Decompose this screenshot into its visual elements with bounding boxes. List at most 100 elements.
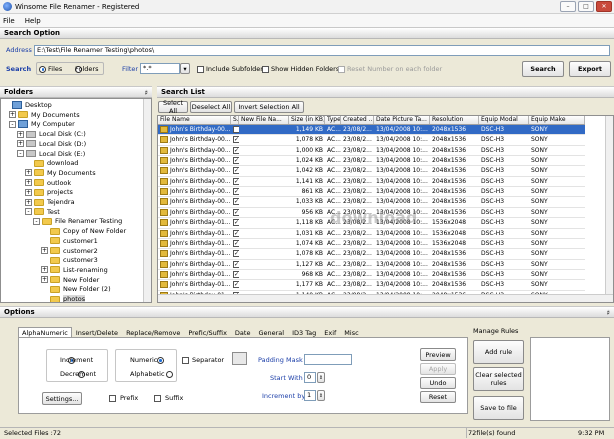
tree-item[interactable]: - Test <box>25 207 60 217</box>
column-header[interactable]: Equip Modal <box>479 116 529 124</box>
expand-toggle-icon[interactable]: + <box>25 198 32 206</box>
tree-item[interactable]: + My Documents <box>9 110 80 120</box>
tree-item[interactable]: + My Documents <box>25 168 96 178</box>
save-to-file-button[interactable]: Save to file <box>473 396 524 420</box>
expand-toggle-icon[interactable]: + <box>17 140 24 148</box>
table-row[interactable]: John's Birthday-00... ✓ 1,000 KB AC... 23/08… <box>158 146 585 157</box>
settings-button[interactable]: Settings... <box>42 392 82 405</box>
tree-item[interactable]: - Local Disk (E:) <box>17 149 85 159</box>
table-row[interactable]: John's Birthday-01... ✓ 1,127 KB AC... 23/08… <box>158 260 585 270</box>
column-header[interactable]: S... <box>231 116 239 124</box>
table-row[interactable]: John's Birthday-01... ✓ 1,177 KB AC... 23/08… <box>158 280 585 291</box>
column-header[interactable]: Date Picture Ta... <box>374 116 430 124</box>
expand-toggle-icon[interactable]: + <box>9 111 16 119</box>
numeric-radio[interactable] <box>156 356 164 364</box>
menu-file[interactable]: File <box>3 17 15 25</box>
show-hidden-checkbox[interactable] <box>262 66 269 73</box>
expand-toggle-icon[interactable]: + <box>25 169 32 177</box>
table-row[interactable]: John's Birthday-00... ✓ 1,141 KB AC... 23/08… <box>158 177 585 188</box>
maximize-button[interactable]: □ <box>578 1 594 12</box>
table-row[interactable]: John's Birthday-01... ✓ 1,078 KB AC... 23/08… <box>158 249 585 260</box>
table-row[interactable]: John's Birthday-00... ✓ 1,042 KB AC... 23/08… <box>158 166 585 177</box>
tree-item[interactable]: + Tejendra <box>25 197 75 207</box>
expand-toggle-icon[interactable]: + <box>41 266 48 274</box>
tree-item[interactable]: + projects <box>25 187 73 197</box>
increment-by-spinner[interactable]: ⇕ <box>317 390 325 401</box>
increment-by-input[interactable]: 1 <box>304 390 316 401</box>
column-header[interactable]: Created ... <box>341 116 374 124</box>
reset-number-checkbox[interactable] <box>338 66 345 73</box>
folder-tree[interactable]: Desktop + My Documents - My Computer + Local D… <box>0 98 152 303</box>
table-row[interactable]: John's Birthday-01... ✓ 968 KB AC... 23/08/2… <box>158 270 585 281</box>
minimize-button[interactable]: – <box>560 1 576 12</box>
expand-toggle-icon[interactable]: - <box>25 208 32 216</box>
tree-item[interactable]: + List-renaming <box>41 265 108 275</box>
start-with-spinner[interactable]: ⇕ <box>317 372 325 383</box>
column-header[interactable]: Size (in KB) <box>289 116 325 124</box>
rules-list[interactable] <box>530 337 610 421</box>
tree-item[interactable]: - My Computer <box>9 119 75 129</box>
table-row[interactable]: John's Birthday-00... ✓ 1,024 KB AC... 23/08… <box>158 156 585 167</box>
grid-horizontal-scrollbar[interactable] <box>158 294 613 302</box>
tree-item[interactable]: + outlook <box>25 178 71 188</box>
start-with-input[interactable]: 0 <box>304 372 316 383</box>
tree-item[interactable]: + Local Disk (C:) <box>17 129 86 139</box>
column-header[interactable]: Type <box>325 116 341 124</box>
files-radio[interactable] <box>39 65 46 73</box>
table-row[interactable]: John's Birthday-01... ✓ 1,031 KB AC... 23/08… <box>158 229 585 239</box>
undo-button[interactable]: Undo <box>420 377 456 389</box>
tree-item[interactable]: + Local Disk (D:) <box>17 139 86 149</box>
invert-selection-button[interactable]: Invert Selection All <box>234 101 304 113</box>
preview-button[interactable]: Preview <box>420 348 456 361</box>
reset-button[interactable]: Reset <box>420 391 456 403</box>
table-row[interactable]: John's Birthday-00... ✓ 861 KB AC... 23/08/2… <box>158 187 585 198</box>
tree-item[interactable]: Copy of New Folder <box>41 226 126 236</box>
tree-item[interactable]: + customer2 <box>41 246 98 256</box>
select-all-button[interactable]: Select All <box>158 99 188 115</box>
include-subfolder-checkbox[interactable] <box>197 66 204 73</box>
separator-input[interactable] <box>232 352 247 365</box>
tree-item[interactable]: New Folder (2) <box>41 284 111 294</box>
deselect-all-button[interactable]: Deselect All <box>190 101 232 113</box>
expand-toggle-icon[interactable]: + <box>25 179 32 187</box>
clear-selected-rules-button[interactable]: Clear selected rules <box>473 367 524 391</box>
pin-icon[interactable]: ♯ <box>607 308 610 319</box>
tree-item[interactable]: customer3 <box>41 255 98 265</box>
expand-toggle-icon[interactable]: + <box>25 188 32 196</box>
expand-toggle-icon[interactable]: - <box>9 120 16 128</box>
column-header[interactable]: Equip Make <box>529 116 585 124</box>
tree-item[interactable]: - File Renamer Testing <box>33 216 122 226</box>
alphabetic-radio[interactable] <box>166 370 174 378</box>
grid-vertical-scrollbar[interactable] <box>605 116 613 302</box>
table-row[interactable]: John's Birthday-00... ✓ 1,033 KB AC... 23/08… <box>158 197 585 208</box>
filter-input[interactable]: *.* <box>140 63 180 74</box>
expand-toggle-icon[interactable]: - <box>17 150 24 157</box>
column-header[interactable]: New File Na... <box>239 116 289 124</box>
tree-item[interactable]: Desktop <box>3 100 52 110</box>
suffix-checkbox[interactable] <box>154 395 161 402</box>
filter-dropdown-button[interactable]: ▾ <box>180 63 190 74</box>
add-rule-button[interactable]: Add rule <box>473 340 524 364</box>
search-button[interactable]: Search <box>522 61 564 77</box>
column-header[interactable]: File Name <box>158 116 231 124</box>
tree-item[interactable]: + New Folder <box>41 275 99 285</box>
row-checkbox[interactable]: ✓ <box>233 301 239 302</box>
address-input[interactable]: E:\Test\File Renamer Testing\photos\ <box>34 45 610 56</box>
prefix-checkbox[interactable] <box>109 395 116 402</box>
expand-toggle-icon[interactable]: + <box>17 130 24 138</box>
apply-button[interactable]: Apply <box>420 363 456 375</box>
table-row[interactable]: John's Birthday-00... ✓ 1,078 KB AC... 23/08… <box>158 135 585 146</box>
tree-scrollbar[interactable] <box>143 99 151 302</box>
separator-checkbox[interactable] <box>182 357 189 364</box>
table-row[interactable]: John's Birthday-01... ✓ 1,074 KB AC... 23/08… <box>158 239 585 250</box>
expand-toggle-icon[interactable]: - <box>33 217 40 225</box>
export-button[interactable]: Export <box>569 61 611 77</box>
menu-help[interactable]: Help <box>25 17 41 25</box>
expand-toggle-icon[interactable]: + <box>41 276 48 284</box>
tree-item[interactable]: customer1 <box>41 236 98 246</box>
table-row[interactable]: John's Birthday-00... ✓ 1,149 KB AC... 23/08… <box>158 125 585 136</box>
close-button[interactable]: ✕ <box>596 1 612 12</box>
tree-item[interactable]: photos <box>41 294 86 302</box>
padding-mask-input[interactable] <box>304 354 352 365</box>
tree-item[interactable]: download <box>25 158 78 168</box>
